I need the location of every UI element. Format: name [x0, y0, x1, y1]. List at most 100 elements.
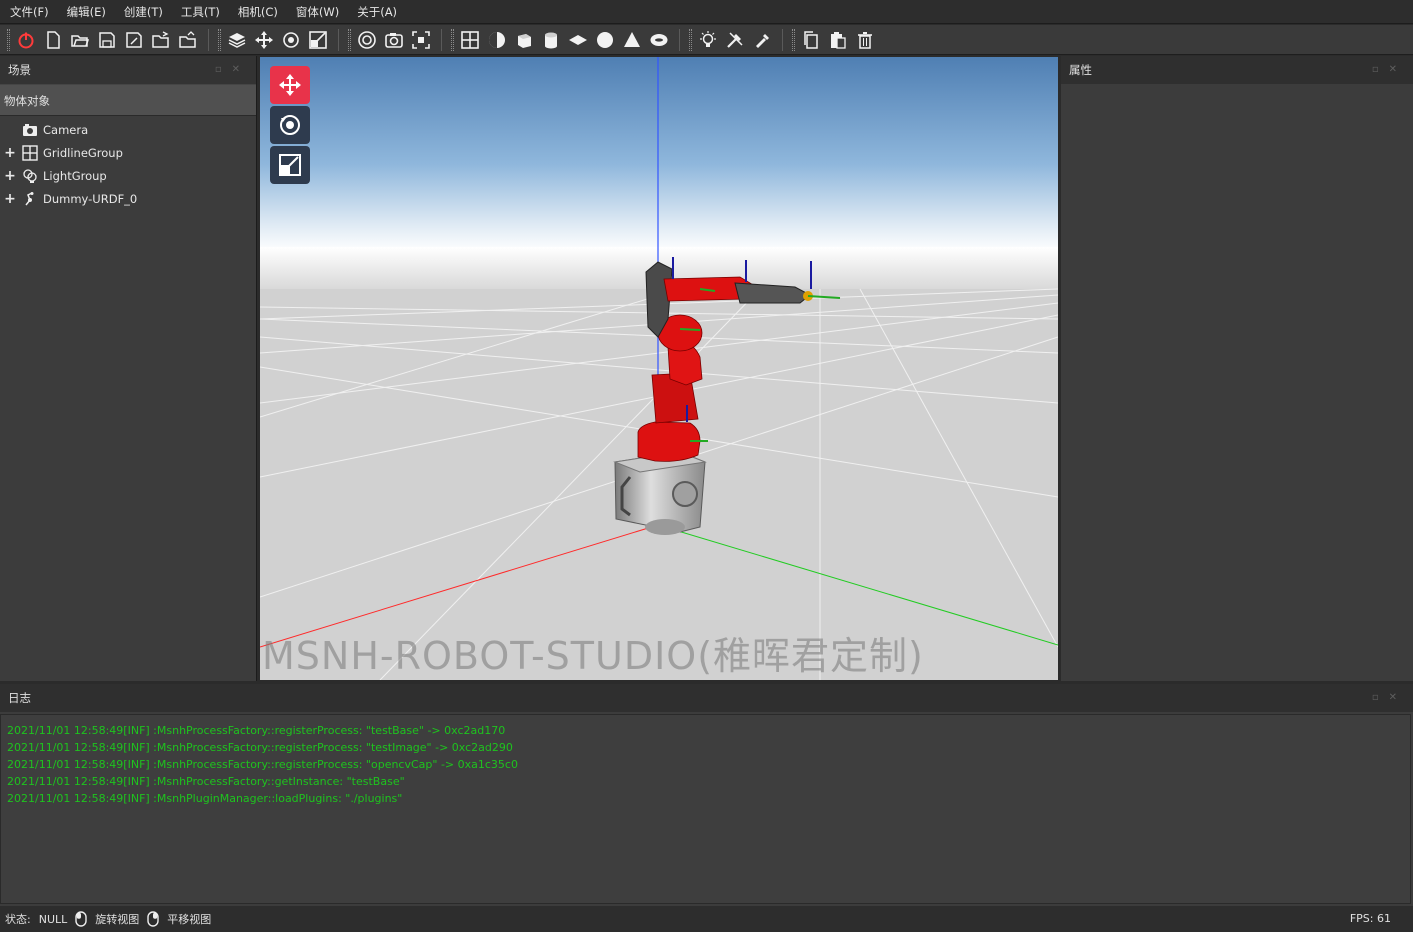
cone-button[interactable] — [619, 27, 645, 53]
menu-item-6[interactable]: 关于(A) — [348, 0, 406, 24]
tree-item-dummy-urdf-0[interactable]: + Dummy-URDF_0 — [0, 187, 256, 210]
scene-panel-title: 场景 ▫✕ — [0, 56, 256, 84]
log-line: 2021/11/01 12:58:49[INF] :MsnhPluginMana… — [7, 792, 403, 805]
plane-button[interactable] — [565, 27, 591, 53]
toolbar-separator — [441, 28, 442, 51]
sphere-button[interactable] — [484, 27, 510, 53]
open-project-icon — [152, 30, 169, 48]
menu-item-3[interactable]: 工具(T) — [172, 0, 229, 24]
menu-item-1[interactable]: 编辑(E) — [58, 0, 115, 24]
3d-viewport[interactable]: MSNH-ROBOT-STUDIO(稚晖君定制) — [260, 57, 1058, 680]
fit-view-icon — [412, 30, 430, 49]
fit-view-button[interactable] — [408, 27, 434, 53]
paste-button[interactable] — [825, 27, 851, 53]
open-folder-icon — [71, 34, 90, 47]
circle-button[interactable] — [592, 27, 618, 53]
menu-item-5[interactable]: 窗体(W) — [287, 0, 348, 24]
torus-button[interactable] — [646, 27, 672, 53]
move-tool-button[interactable] — [270, 66, 310, 104]
tree-item-gridlinegroup[interactable]: + GridlineGroup — [0, 141, 256, 164]
status-value: NULL — [38, 912, 68, 926]
circle-icon — [597, 31, 613, 48]
save-button[interactable] — [94, 27, 120, 53]
camera-icon — [20, 122, 40, 138]
toolbar-grip[interactable] — [218, 28, 221, 51]
mouse-left-icon — [75, 911, 87, 927]
cylinder-icon — [545, 32, 557, 48]
toolbar-grip[interactable] — [451, 28, 454, 51]
scale-tool-button[interactable] — [270, 146, 310, 184]
toolbar-grip[interactable] — [7, 28, 10, 51]
log-line: 2021/11/01 12:58:49[INF] :MsnhProcessFac… — [7, 741, 513, 754]
menu-item-2[interactable]: 创建(T) — [115, 0, 172, 24]
properties-panel: 属性 ▫✕ — [1061, 56, 1413, 681]
object-tree: Camera + GridlineGroup + LightGroup + Dummy-UR… — [0, 116, 256, 210]
scale-tool-icon — [279, 154, 301, 176]
power-button[interactable] — [13, 27, 39, 53]
toolbar-grip[interactable] — [792, 28, 795, 51]
pen-button[interactable] — [749, 27, 775, 53]
cube-icon — [518, 33, 531, 48]
mouse-right-icon — [147, 911, 159, 927]
export-button[interactable] — [175, 27, 201, 53]
sphere-icon — [489, 31, 505, 48]
tree-item-label: LightGroup — [43, 168, 107, 183]
scale-button[interactable] — [305, 27, 331, 53]
rotate-button[interactable] — [278, 27, 304, 53]
grid-group-icon — [20, 144, 40, 161]
light-button[interactable] — [695, 27, 721, 53]
new-file-button[interactable] — [40, 27, 66, 53]
layers-icon — [228, 32, 246, 48]
scene-render[interactable] — [260, 57, 1058, 680]
toolbar-separator — [338, 28, 339, 51]
cylinder-button[interactable] — [538, 27, 564, 53]
grid-icon — [461, 30, 479, 49]
menu-bar: 文件(F) 编辑(E) 创建(T) 工具(T) 相机(C) 窗体(W) 关于(A) — [0, 0, 1413, 24]
toolbar-grip[interactable] — [689, 28, 692, 51]
expand-icon[interactable]: + — [0, 168, 20, 184]
status-label: 状态: — [5, 913, 31, 926]
tools-button[interactable] — [722, 27, 748, 53]
watermark-text: MSNH-ROBOT-STUDIO(稚晖君定制) — [262, 634, 924, 678]
urdf-icon — [20, 191, 40, 207]
grid-button[interactable] — [457, 27, 483, 53]
open-folder-button[interactable] — [67, 27, 93, 53]
toolbar-separator — [208, 28, 209, 51]
expand-icon[interactable]: + — [0, 145, 20, 161]
log-line: 2021/11/01 12:58:49[INF] :MsnhProcessFac… — [7, 758, 518, 771]
camera-view-button[interactable] — [354, 27, 380, 53]
toolbar-grip[interactable] — [348, 28, 351, 51]
panel-float-close-icons[interactable]: ▫✕ — [1372, 684, 1407, 712]
layers-button[interactable] — [224, 27, 250, 53]
expand-icon[interactable]: + — [0, 191, 20, 207]
log-panel-title-text: 日志 — [8, 691, 31, 705]
save-as-icon — [126, 31, 142, 48]
save-as-button[interactable] — [121, 27, 147, 53]
cone-icon — [624, 31, 640, 47]
scale-icon — [309, 30, 327, 49]
move-icon — [255, 30, 273, 49]
delete-button[interactable] — [852, 27, 878, 53]
move-button[interactable] — [251, 27, 277, 53]
camera-snapshot-button[interactable] — [381, 27, 407, 53]
tools-icon — [727, 31, 743, 48]
tree-item-lightgroup[interactable]: + LightGroup — [0, 164, 256, 187]
tree-item-label: GridlineGroup — [43, 145, 123, 160]
copy-button[interactable] — [798, 27, 824, 53]
light-icon — [700, 30, 716, 47]
power-icon — [18, 32, 34, 48]
cube-button[interactable] — [511, 27, 537, 53]
panel-float-close-icons[interactable]: ▫✕ — [1372, 56, 1407, 84]
log-panel: 日志 ▫✕ 2021/11/01 12:58:49[INF] :MsnhProc… — [0, 684, 1413, 906]
main-toolbar — [0, 25, 1413, 55]
camera-view-icon — [358, 30, 376, 49]
pen-icon — [756, 33, 769, 48]
log-output[interactable]: 2021/11/01 12:58:49[INF] :MsnhProcessFac… — [0, 714, 1411, 904]
panel-float-close-icons[interactable]: ▫✕ — [215, 56, 250, 84]
menu-item-0[interactable]: 文件(F) — [4, 0, 58, 24]
scene-panel: 场景 ▫✕ 物体对象 Camera + GridlineGroup + LightGro… — [0, 56, 257, 681]
open-project-button[interactable] — [148, 27, 174, 53]
tree-item-camera[interactable]: Camera — [0, 118, 256, 141]
rotate-tool-button[interactable] — [270, 106, 310, 144]
menu-item-4[interactable]: 相机(C) — [229, 0, 287, 24]
